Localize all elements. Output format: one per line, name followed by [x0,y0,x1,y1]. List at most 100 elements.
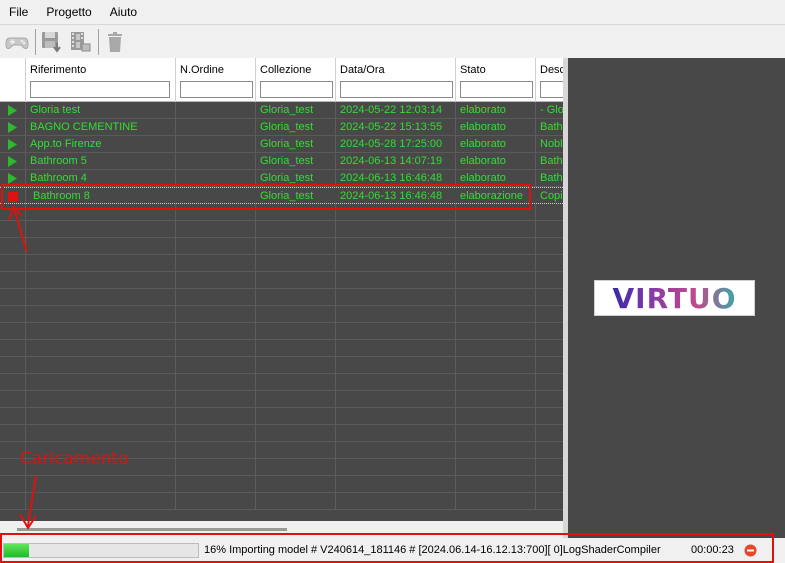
empty-row [0,306,563,323]
cell-nordine [176,272,256,289]
cell-nordine [176,374,256,391]
cell-riferimento [26,374,176,391]
cell-collezione [256,289,336,306]
cell-collezione [256,425,336,442]
column-header-collezione[interactable]: Collezione [256,58,336,102]
cell-stato: elaborazione [460,190,523,202]
film-export-button[interactable] [67,29,93,55]
cell-desc [536,391,563,408]
cell-stato [456,408,536,425]
cell-stato [456,357,536,374]
status-message: 16% Importing model # V240614_181146 # [… [204,544,661,556]
cell-stato: elaborato [456,102,536,119]
column-header-nordine[interactable]: N.Ordine [176,58,256,102]
cell-collezione: Gloria_test [256,153,336,170]
trash-icon [108,31,122,52]
cell-nordine [176,323,256,340]
row-indicator [0,170,26,187]
cell-dataora [336,357,456,374]
column-header-stato[interactable]: Stato [456,58,536,102]
column-header-desc[interactable]: Desc [536,58,563,102]
row-indicator [0,323,26,340]
menu-file[interactable]: File [0,0,37,24]
play-game-button[interactable] [4,29,30,55]
cell-stato [456,459,536,476]
row-indicator [0,306,26,323]
row-indicator [0,374,26,391]
row-indicator [0,493,26,510]
table-row[interactable]: Bathroom 5 Gloria_test 2024-06-13 14:07:19… [0,153,563,170]
column-label: Collezione [260,64,312,76]
cell-dataora: 2024-06-13 16:46:48 [336,170,456,187]
filter-input-collezione[interactable] [260,81,333,98]
cell-dataora [336,204,456,221]
cell-nordine [176,204,256,221]
cell-riferimento [26,357,176,374]
cell-dataora [336,459,456,476]
cell-nordine [176,170,256,187]
status-bar: 16% Importing model # V240614_181146 # [… [0,538,785,563]
cell-desc [536,204,563,221]
cell-desc: - Glo [536,102,563,119]
cell-riferimento [26,340,176,357]
cell-desc [536,306,563,323]
scrollbar-thumb[interactable] [17,528,287,531]
cell-dataora [336,493,456,510]
cell-collezione [256,493,336,510]
cell-stato [456,255,536,272]
cell-desc [536,476,563,493]
cell-stato [456,391,536,408]
cell-dataora: 2024-05-28 17:25:00 [336,136,456,153]
column-header-riferimento[interactable]: Riferimento [26,58,176,102]
delete-button[interactable] [102,29,128,55]
cell-dataora [336,255,456,272]
row-indicator [0,425,26,442]
cell-dataora [336,306,456,323]
cell-collezione [256,374,336,391]
cell-nordine [176,425,256,442]
cancel-icon[interactable] [744,544,757,557]
cell-stato: elaborato [456,153,536,170]
save-download-button[interactable] [39,29,65,55]
cell-collezione [256,391,336,408]
row-indicator [0,408,26,425]
cell-collezione [256,357,336,374]
cell-nordine [176,289,256,306]
cell-nordine [176,102,256,119]
table-row[interactable]: BAGNO CEMENTINE Gloria_test 2024-05-22 15:… [0,119,563,136]
cell-stato [456,340,536,357]
cell-collezione [256,442,336,459]
cell-riferimento [26,408,176,425]
filter-input-stato[interactable] [460,81,533,98]
cell-desc [536,459,563,476]
cell-riferimento: Bathroom 5 [26,153,176,170]
grid-header: Riferimento N.Ordine Collezione Data/Ora Sta… [0,58,563,102]
cell-collezione: Gloria_test [256,170,336,187]
row-indicator [0,357,26,374]
cell-riferimento [26,272,176,289]
table-row[interactable]: Bathroom 8 Gloria_test 2024-06-13 16:46:48… [0,187,563,205]
save-download-icon [42,31,61,53]
filter-input-nordine[interactable] [180,81,253,98]
cell-collezione [256,476,336,493]
filter-input-riferimento[interactable] [30,81,170,98]
empty-row [0,476,563,493]
table-row[interactable]: Gloria test Gloria_test 2024-05-22 12:03:1… [0,102,563,119]
horizontal-scrollbar[interactable] [0,521,563,538]
filter-input-dataora[interactable] [340,81,453,98]
cell-nordine [176,153,256,170]
column-header-dataora[interactable]: Data/Ora [336,58,456,102]
row-indicator [0,391,26,408]
menu-progetto[interactable]: Progetto [37,0,100,24]
empty-row [0,204,563,221]
cell-collezione: Gloria_test [256,136,336,153]
table-row[interactable]: Bathroom 4 Gloria_test 2024-06-13 16:46:48… [0,170,563,187]
cell-stato [456,425,536,442]
cell-desc: Nobl [536,136,563,153]
table-row[interactable]: App.to Firenze Gloria_test 2024-05-28 17:2… [0,136,563,153]
menu-aiuto[interactable]: Aiuto [101,0,146,24]
cell-nordine [176,188,256,205]
cell-nordine [176,306,256,323]
filter-input-desc[interactable] [540,81,563,98]
cell-dataora [336,289,456,306]
